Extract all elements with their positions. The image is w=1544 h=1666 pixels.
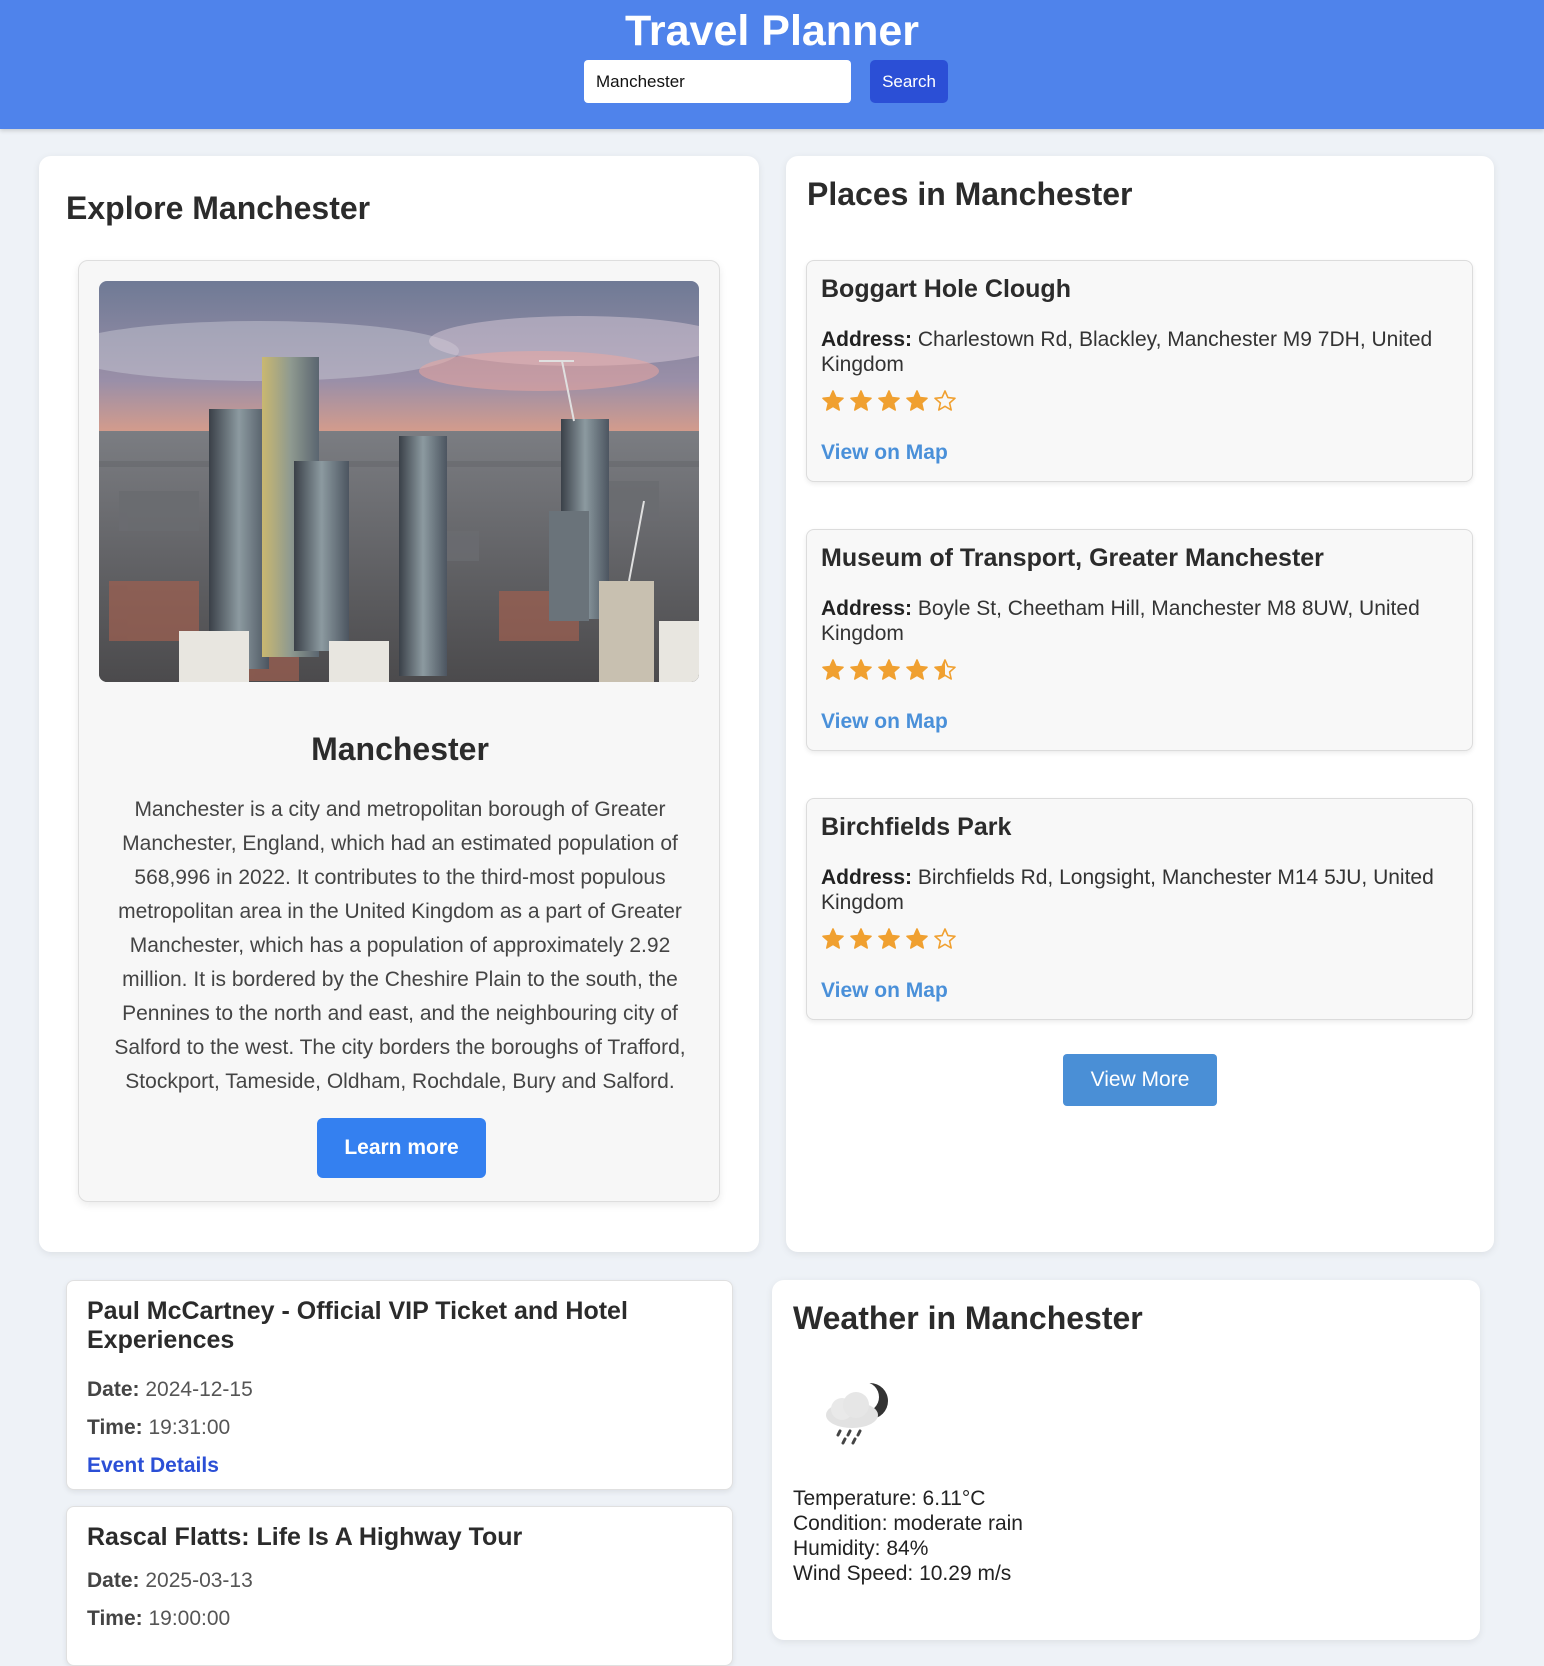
event-details-link[interactable]: Event Details: [87, 1454, 219, 1478]
place-name: Boggart Hole Clough: [821, 275, 1071, 303]
events-section: Paul McCartney - Official VIP Ticket and…: [53, 1280, 734, 1666]
address-label: Address:: [821, 866, 913, 889]
star-full-icon: [878, 659, 900, 680]
places-title: Places in Manchester: [807, 176, 1133, 212]
event-date: Date: 2025-03-13: [87, 1569, 253, 1593]
city-name: Manchester: [311, 731, 489, 767]
view-on-map-link[interactable]: View on Map: [821, 710, 948, 734]
date-value: 2025-03-13: [145, 1569, 253, 1592]
header: Travel Planner Search: [0, 0, 1544, 129]
date-value: 2024-12-15: [145, 1378, 253, 1401]
app-title: Travel Planner: [625, 7, 919, 55]
star-half-icon: [934, 659, 956, 680]
event-time: Time: 19:00:00: [87, 1607, 230, 1631]
event-time: Time: 19:31:00: [87, 1416, 230, 1440]
place-card: Boggart Hole Clough Address: Charlestown…: [806, 260, 1473, 482]
night-rain-cloud-icon: [826, 1382, 888, 1445]
weather-temperature: Temperature: 6.11°C: [793, 1487, 986, 1510]
place-address: Address: Boyle St, Cheetham Hill, Manche…: [821, 596, 1461, 646]
view-more-button[interactable]: View More: [1063, 1054, 1217, 1106]
event-card: Paul McCartney - Official VIP Ticket and…: [66, 1280, 733, 1490]
manchester-skyline-image: [99, 281, 699, 682]
date-label: Date:: [87, 1569, 140, 1592]
star-full-icon: [878, 928, 900, 949]
rating-stars: [821, 658, 957, 682]
city-image: [99, 281, 699, 682]
date-label: Date:: [87, 1378, 140, 1401]
address-label: Address:: [821, 597, 913, 620]
city-description: Manchester is a city and metropolitan bo…: [114, 798, 686, 1093]
places-card: Places in Manchester Boggart Hole Clough…: [786, 156, 1494, 1252]
star-full-icon: [906, 390, 928, 411]
event-title: Paul McCartney - Official VIP Ticket and…: [87, 1297, 628, 1354]
weather-condition: Condition: moderate rain: [793, 1512, 1023, 1535]
star-empty-icon: [934, 928, 956, 949]
time-value: 19:31:00: [148, 1416, 231, 1439]
view-on-map-link[interactable]: View on Map: [821, 441, 948, 465]
star-full-icon: [878, 390, 900, 411]
star-full-icon: [850, 390, 872, 411]
explore-card: Explore Manchester Manchester Manchester…: [39, 156, 759, 1252]
weather-wind-speed: Wind Speed: 10.29 m/s: [793, 1562, 1012, 1585]
time-value: 19:00:00: [148, 1607, 231, 1630]
star-full-icon: [822, 659, 844, 680]
star-full-icon: [822, 928, 844, 949]
explore-title: Explore Manchester: [66, 190, 371, 226]
event-date: Date: 2024-12-15: [87, 1378, 253, 1402]
star-full-icon: [906, 659, 928, 680]
address-value: Birchfields Rd, Longsight, Manchester M1…: [821, 866, 1434, 914]
weather-humidity: Humidity: 84%: [793, 1537, 929, 1560]
view-on-map-link[interactable]: View on Map: [821, 979, 948, 1003]
address-value: Charlestown Rd, Blackley, Manchester M9 …: [821, 328, 1433, 376]
star-full-icon: [906, 928, 928, 949]
weather-info: Temperature: 6.11°C Condition: moderate …: [793, 1486, 1023, 1586]
city-info-box: Manchester Manchester is a city and metr…: [78, 260, 720, 1202]
event-title: Rascal Flatts: Life Is A Highway Tour: [87, 1523, 523, 1551]
weather-title: Weather in Manchester: [793, 1300, 1143, 1336]
rating-stars: [821, 927, 957, 951]
event-card: Rascal Flatts: Life Is A Highway Tour Da…: [66, 1506, 733, 1666]
rating-stars: [821, 389, 957, 413]
star-empty-icon: [934, 390, 956, 411]
star-full-icon: [822, 390, 844, 411]
learn-more-button[interactable]: Learn more: [317, 1118, 486, 1178]
place-address: Address: Birchfields Rd, Longsight, Manc…: [821, 865, 1461, 915]
time-label: Time:: [87, 1416, 143, 1439]
search-input[interactable]: [584, 60, 851, 103]
place-card: Museum of Transport, Greater Manchester …: [806, 529, 1473, 751]
weather-card: Weather in Manchester Temperature: 6.11°…: [772, 1280, 1480, 1640]
place-name: Birchfields Park: [821, 813, 1012, 841]
star-full-icon: [850, 659, 872, 680]
address-label: Address:: [821, 328, 913, 351]
time-label: Time:: [87, 1607, 143, 1630]
star-full-icon: [850, 928, 872, 949]
place-card: Birchfields Park Address: Birchfields Rd…: [806, 798, 1473, 1020]
place-address: Address: Charlestown Rd, Blackley, Manch…: [821, 327, 1461, 377]
search-button[interactable]: Search: [870, 60, 948, 103]
place-name: Museum of Transport, Greater Manchester: [821, 544, 1324, 572]
